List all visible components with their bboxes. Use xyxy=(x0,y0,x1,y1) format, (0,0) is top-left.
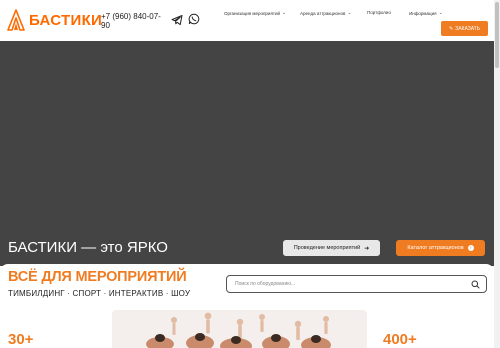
hero-title: БАСТИКИ — это ЯРКО xyxy=(8,239,168,256)
phone-link[interactable]: +7 (960) 840-07-90 xyxy=(101,12,167,30)
search-input[interactable]: Поиск по оборудованию... xyxy=(226,275,487,293)
nav-item-events[interactable]: Организация мероприятий ⌄ xyxy=(224,10,286,16)
order-button-label: ЗАКАЗАТЬ xyxy=(455,25,481,32)
stat-right: 400+ xyxy=(383,331,417,348)
brand-name: БАСТИКИ xyxy=(29,11,103,29)
hero-banner: БАСТИКИ — это ЯРКО Проведение мероприяти… xyxy=(0,41,494,266)
chevron-down-icon: ⌄ xyxy=(438,10,443,16)
events-button[interactable]: Проведение мероприятий ➜ xyxy=(283,240,380,256)
nav-item-portfolio[interactable]: Портфолио xyxy=(367,10,391,15)
people-celebrating-image xyxy=(112,310,367,348)
nav-label: Информация xyxy=(409,10,437,16)
arrow-right-icon: ➜ xyxy=(364,245,370,252)
nav-label: Организация мероприятий xyxy=(224,10,280,16)
logo-mark-icon xyxy=(7,9,25,31)
catalog-button-label: Каталог аттракционов xyxy=(407,245,464,251)
catalog-button[interactable]: Каталог аттракционов › xyxy=(396,240,485,256)
chevron-down-icon: ⌄ xyxy=(347,10,352,16)
catalog-section: ВСЁ ДЛЯ МЕРОПРИЯТИЙ ТИМБИЛДИНГ · СПОРТ ·… xyxy=(0,264,494,348)
arrow-right-icon: › xyxy=(467,245,474,251)
nav-label: Аренда аттракционов xyxy=(300,10,346,16)
search-icon[interactable] xyxy=(471,280,480,289)
scrollbar-thumb[interactable] xyxy=(495,2,499,68)
pencil-icon: ✎ xyxy=(448,25,454,32)
whatsapp-icon[interactable] xyxy=(188,13,200,25)
telegram-icon[interactable] xyxy=(171,14,183,26)
section-title: ВСЁ ДЛЯ МЕРОПРИЯТИЙ xyxy=(8,269,187,285)
section-subtitle: ТИМБИЛДИНГ · СПОРТ · ИНТЕРАКТИВ · ШОУ xyxy=(8,289,191,298)
stat-left: 30+ xyxy=(8,331,34,348)
nav-item-rental[interactable]: Аренда аттракционов ⌄ xyxy=(300,10,352,16)
nav-label: Портфолио xyxy=(367,10,391,15)
order-button[interactable]: ✎ ЗАКАЗАТЬ xyxy=(441,21,488,36)
search-placeholder: Поиск по оборудованию... xyxy=(235,281,296,287)
brand-logo[interactable]: БАСТИКИ xyxy=(7,9,102,31)
chevron-down-icon: ⌄ xyxy=(281,10,287,16)
nav-item-info[interactable]: Информация ⌄ xyxy=(409,10,443,16)
site-header: БАСТИКИ +7 (960) 840-07-90 Организация м… xyxy=(0,0,494,41)
hero-photo xyxy=(112,310,367,348)
events-button-label: Проведение мероприятий xyxy=(293,245,361,251)
page-scrollbar[interactable] xyxy=(494,0,500,348)
